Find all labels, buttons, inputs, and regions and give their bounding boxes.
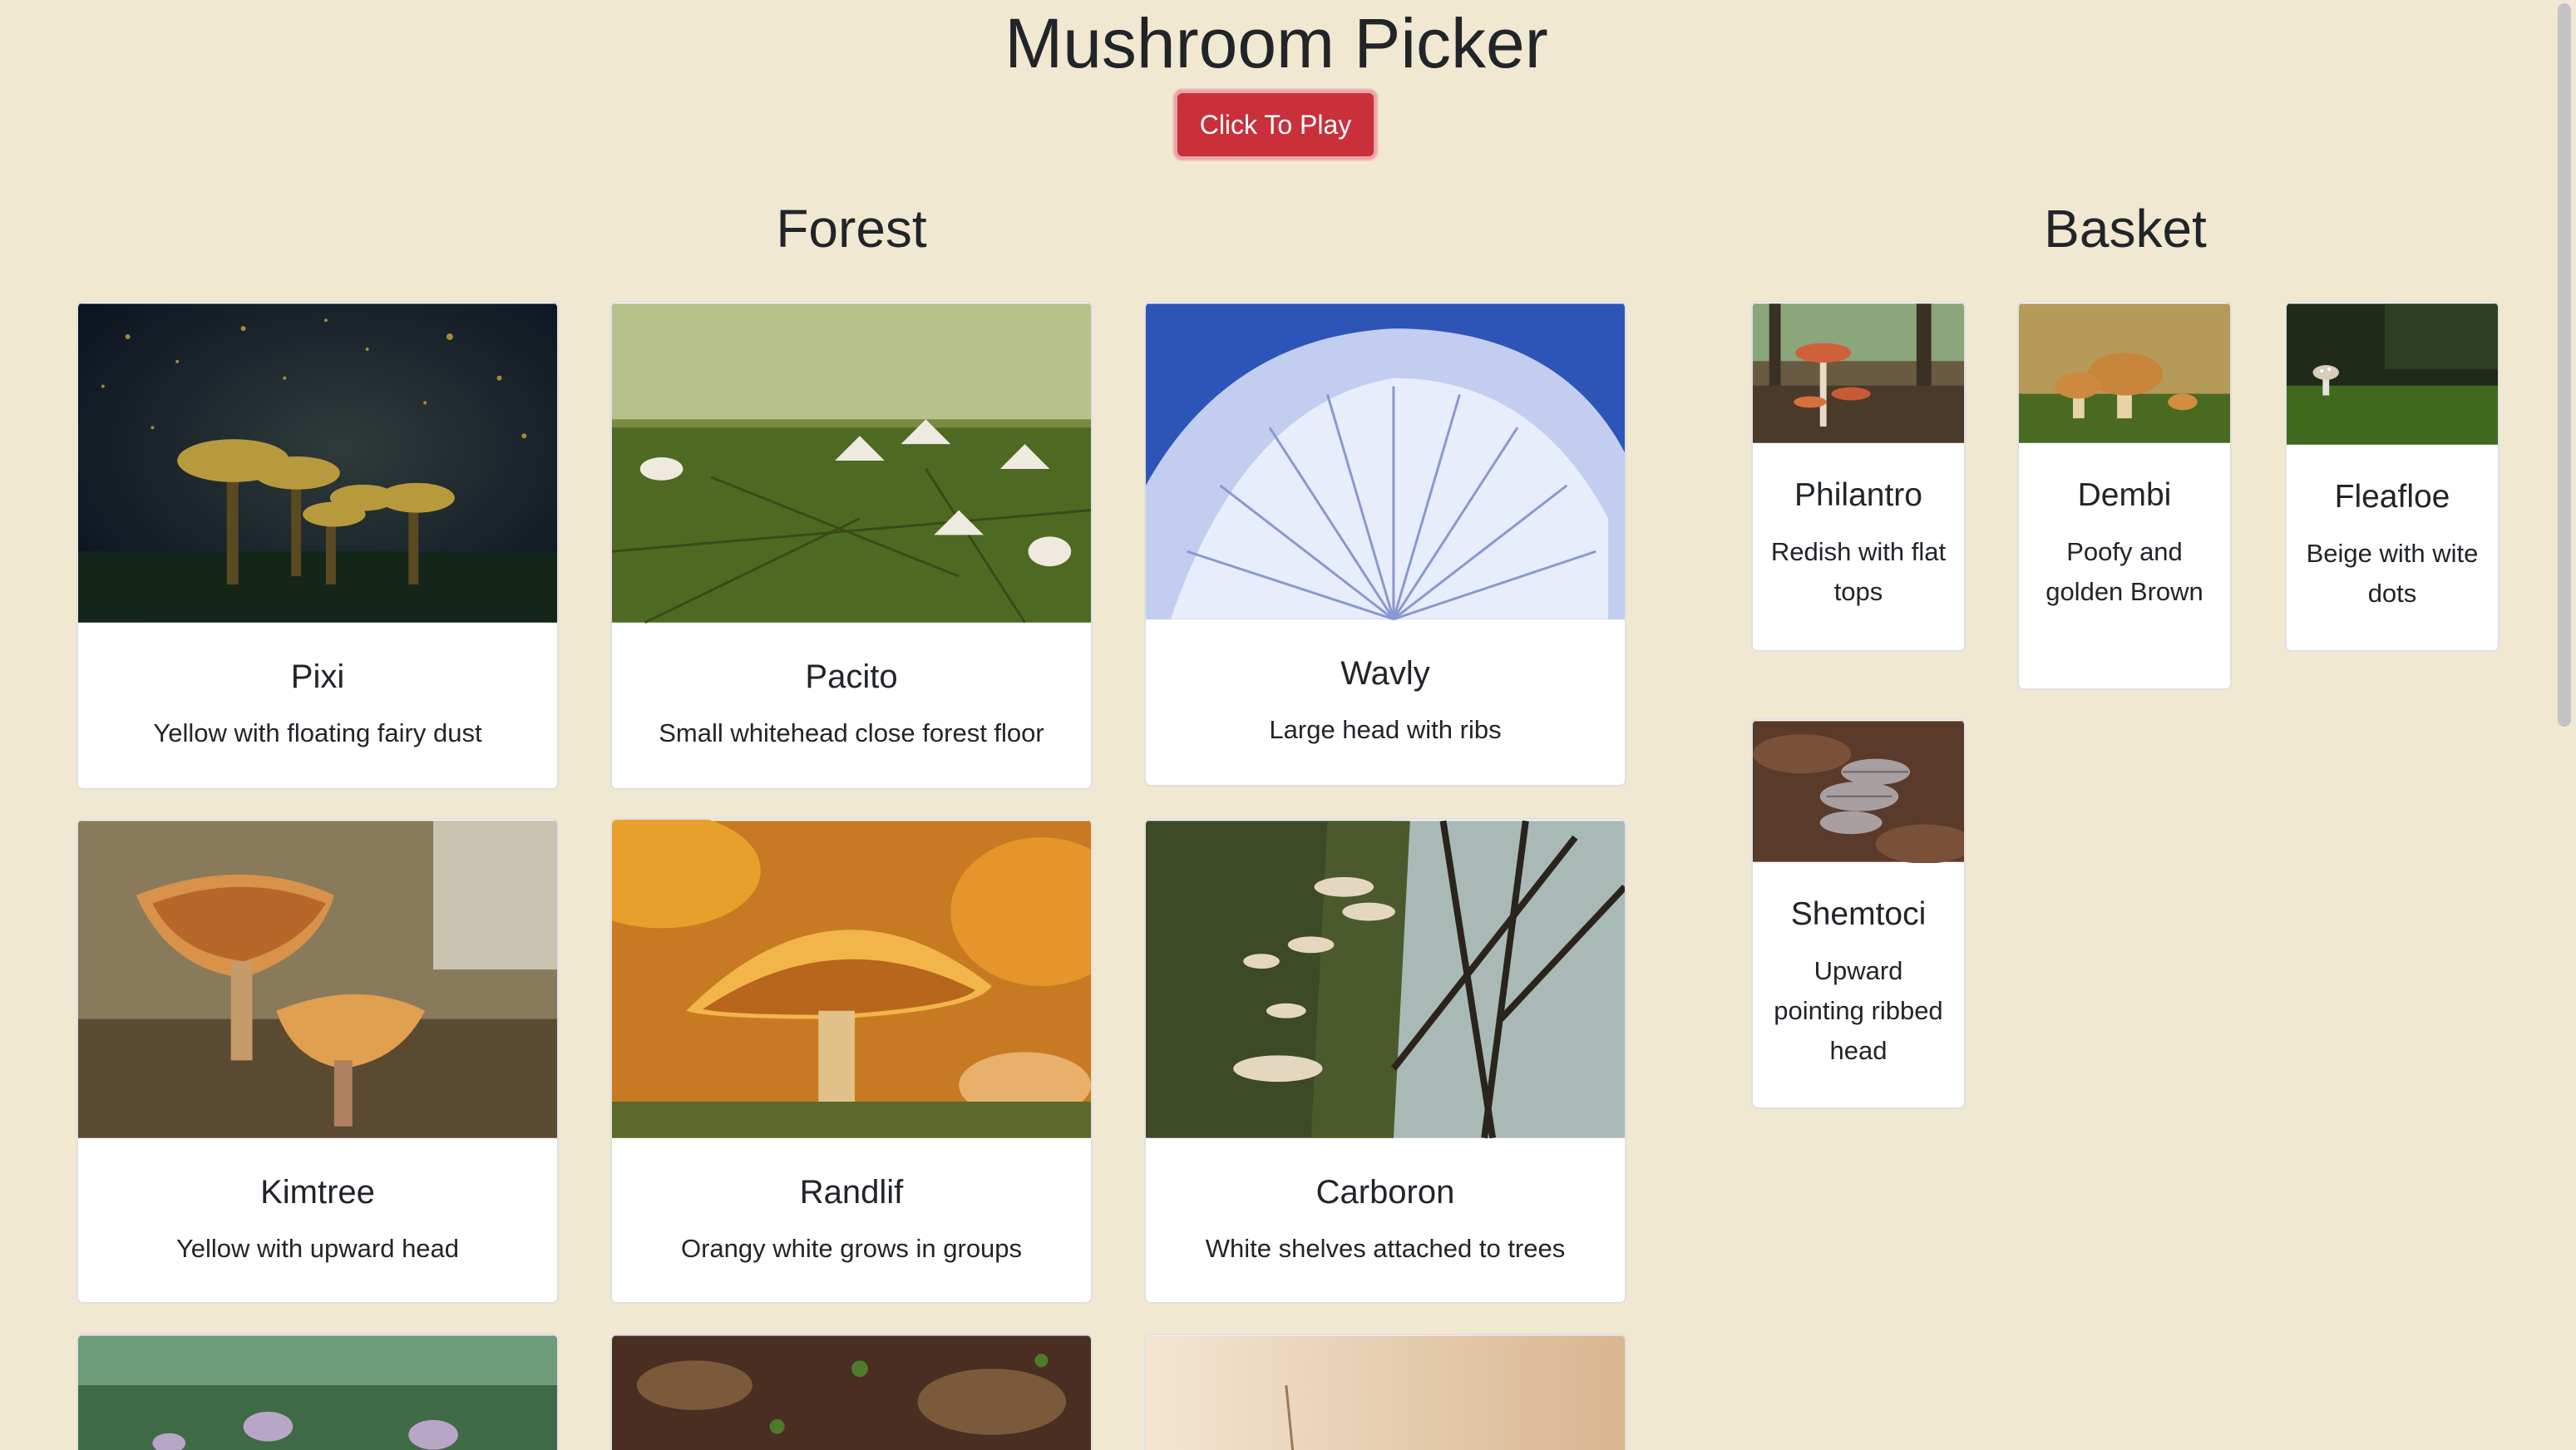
card-description: Large head with ribs	[1269, 715, 1502, 744]
page: Mushroom Picker Click To Play Forest Bas…	[0, 0, 2576, 1450]
mushroom-image	[612, 1335, 1091, 1450]
mushroom-image	[1146, 1335, 1625, 1450]
randlif-mushroom-image	[612, 820, 1091, 1138]
page-title: Mushroom Picker	[1004, 4, 1548, 82]
card-description: Upward pointing ribbed head	[1774, 956, 1943, 1065]
card-name: Shemtoci	[1790, 896, 1927, 932]
basket-card-fleafloe[interactable]: Fleafloe Beige with wite dots	[2285, 301, 2500, 652]
forest-card-kimtree[interactable]: Kimtree Yellow with upward head	[76, 818, 559, 1304]
card-description: Redish with flat tops	[1770, 537, 1947, 606]
kimtree-mushroom-image	[78, 821, 557, 1138]
forest-card-randlif[interactable]: Randlif Orangy white grows in groups	[610, 818, 1093, 1304]
card-name: Dembi	[2077, 477, 2172, 513]
pacito-mushroom-image	[612, 303, 1091, 624]
basket-card-shemtoci[interactable]: Shemtoci Upward pointing ribbed head	[1751, 718, 1966, 1109]
forest-card-row3-1[interactable]	[76, 1334, 559, 1450]
card-description: Beige with wite dots	[2306, 539, 2479, 608]
card-name: Philantro	[1794, 477, 1922, 513]
forest-title: Forest	[776, 199, 927, 259]
forest-card-row3-3[interactable]	[1144, 1334, 1626, 1450]
card-description: Poofy and golden Brown	[2046, 537, 2203, 606]
scrollbar[interactable]	[2553, 0, 2576, 1450]
basket-card-dembi[interactable]: Dembi Poofy and golden Brown	[2017, 301, 2232, 690]
forest-card-carboron[interactable]: Carboron White shelves attached to trees	[1144, 818, 1626, 1304]
philantro-mushroom-image	[1753, 303, 1964, 443]
fleafloe-mushroom-image	[2287, 303, 2498, 445]
forest-card-wavly[interactable]: Wavly Large head with ribs	[1144, 301, 1626, 787]
card-name: Pacito	[805, 658, 898, 695]
card-description: Yellow with floating fairy dust	[153, 718, 482, 747]
carboron-mushroom-image	[1146, 820, 1625, 1139]
card-name: Randlif	[799, 1174, 904, 1211]
wavly-mushroom-image	[1146, 303, 1625, 620]
card-name: Fleafloe	[2334, 479, 2450, 515]
click-to-play-button[interactable]: Click To Play	[1174, 90, 1377, 160]
pixi-mushroom-image	[78, 303, 557, 623]
card-name: Carboron	[1315, 1174, 1455, 1211]
card-description: Orangy white grows in groups	[680, 1234, 1023, 1263]
card-name: Pixi	[290, 658, 345, 695]
dembi-mushroom-image	[2019, 303, 2230, 443]
forest-card-row3-2[interactable]	[610, 1334, 1093, 1450]
forest-card-pixi[interactable]: Pixi Yellow with floating fairy dust	[76, 301, 559, 790]
card-name: Wavly	[1340, 655, 1430, 692]
shemtoci-mushroom-image	[1753, 721, 1964, 863]
card-description: Yellow with upward head	[175, 1234, 460, 1263]
forest-card-pacito[interactable]: Pacito Small whitehead close forest floo…	[610, 301, 1093, 790]
scrollbar-thumb[interactable]	[2558, 3, 2571, 727]
card-name: Kimtree	[260, 1174, 375, 1211]
card-description: White shelves attached to trees	[1205, 1234, 1566, 1263]
basket-title: Basket	[2044, 199, 2207, 259]
basket-card-philantro[interactable]: Philantro Redish with flat tops	[1751, 301, 1966, 652]
mushroom-image	[78, 1335, 557, 1450]
card-description: Small whitehead close forest floor	[659, 718, 1044, 747]
